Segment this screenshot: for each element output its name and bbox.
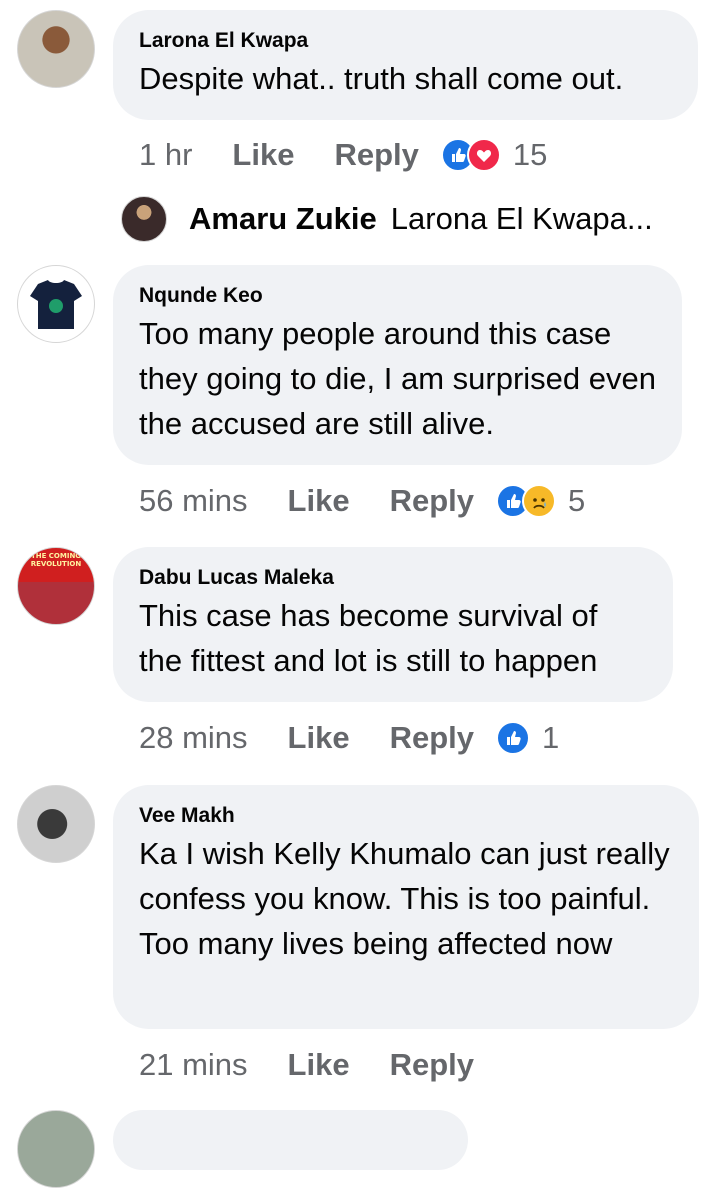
reaction-summary[interactable]: 5 — [496, 483, 585, 519]
reaction-summary[interactable]: 1 — [496, 720, 559, 756]
comment-text: Ka I wish Kelly Khumalo can just really … — [139, 836, 670, 961]
comment-text: Despite what.. truth shall come out. — [139, 61, 624, 96]
like-button[interactable]: Like — [288, 1047, 350, 1083]
reply-preview[interactable]: Amaru Zukie Larona El Kwapa... — [121, 196, 653, 242]
avatar-banner-text: THE COMING REVOLUTION — [30, 552, 82, 568]
avatar[interactable] — [17, 1110, 95, 1188]
avatar[interactable]: THE COMING REVOLUTION — [17, 547, 95, 625]
reply-button[interactable]: Reply — [334, 137, 418, 173]
comment-timestamp[interactable]: 21 mins — [139, 1047, 248, 1083]
comment-text: This case has become survival of the fit… — [139, 598, 598, 678]
like-button[interactable]: Like — [288, 483, 350, 519]
comment-timestamp[interactable]: 28 mins — [139, 720, 248, 756]
reaction-count: 5 — [568, 483, 586, 518]
avatar[interactable] — [121, 196, 167, 242]
comment-author[interactable]: Vee Makh — [139, 803, 673, 829]
comment-timestamp[interactable]: 56 mins — [139, 483, 248, 519]
comment-author[interactable]: Dabu Lucas Maleka — [139, 565, 647, 591]
comment-bubble: Larona El Kwapa Despite what.. truth sha… — [113, 10, 698, 120]
like-button[interactable]: Like — [288, 720, 350, 756]
comment-actions: 28 mins Like Reply 1 — [139, 716, 559, 760]
avatar[interactable] — [17, 785, 95, 863]
comment-actions: 21 mins Like Reply — [139, 1043, 496, 1087]
sad-reaction-icon — [522, 484, 556, 518]
reply-preview-text: Larona El Kwapa... — [390, 201, 653, 236]
comment-actions: 56 mins Like Reply 5 — [139, 479, 585, 523]
comment-author[interactable]: Larona El Kwapa — [139, 28, 672, 54]
reply-button[interactable]: Reply — [390, 483, 474, 519]
comment-author[interactable]: Nqunde Keo — [139, 283, 656, 309]
comment-bubble — [113, 1110, 468, 1170]
comment-timestamp[interactable]: 1 hr — [139, 137, 192, 173]
reaction-count: 1 — [542, 720, 560, 755]
comment-bubble: Vee Makh Ka I wish Kelly Khumalo can jus… — [113, 785, 699, 1029]
avatar[interactable] — [17, 265, 95, 343]
love-reaction-icon — [466, 138, 501, 172]
reply-button[interactable]: Reply — [390, 1047, 474, 1083]
comment-text: Too many people around this case they go… — [139, 316, 656, 441]
reply-author[interactable]: Amaru Zukie — [189, 201, 377, 237]
reply-button[interactable]: Reply — [390, 720, 474, 756]
comment-actions: 1 hr Like Reply 15 — [139, 133, 547, 177]
reaction-summary[interactable]: 15 — [440, 137, 548, 173]
avatar[interactable] — [17, 10, 95, 88]
like-reaction-icon — [496, 721, 530, 755]
like-button[interactable]: Like — [232, 137, 294, 173]
reaction-count: 15 — [512, 137, 548, 172]
tshirt-icon — [30, 280, 82, 329]
comment-bubble: Dabu Lucas Maleka This case has become s… — [113, 547, 673, 702]
comment-bubble: Nqunde Keo Too many people around this c… — [113, 265, 682, 465]
